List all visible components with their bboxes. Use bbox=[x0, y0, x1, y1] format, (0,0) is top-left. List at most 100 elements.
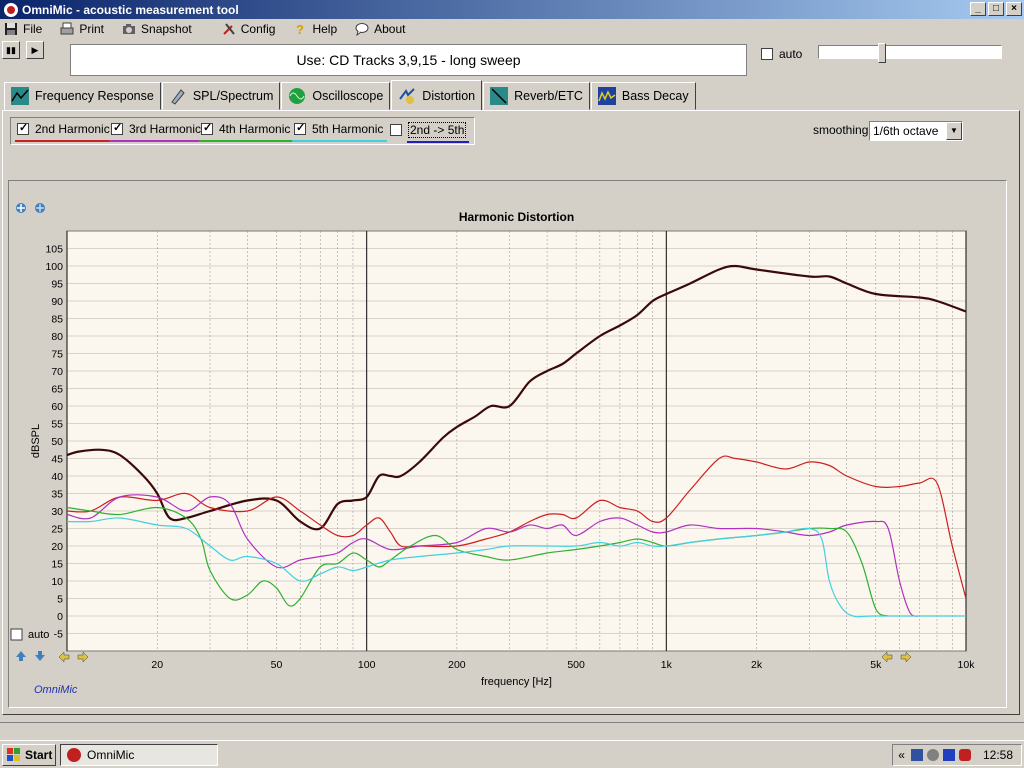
minimize-button[interactable]: _ bbox=[970, 2, 986, 16]
use-instruction-text: Use: CD Tracks 3,9,15 - long sweep bbox=[296, 52, 521, 68]
x-tick-label: 20 bbox=[151, 659, 163, 671]
harmonic-3rd-toggle[interactable]: 3rd Harmonic bbox=[109, 121, 206, 142]
menu-help[interactable]: ? Help bbox=[293, 22, 337, 36]
chart-auto-checkbox[interactable] bbox=[10, 628, 23, 641]
zoom-in-icon[interactable] bbox=[16, 203, 26, 213]
chart-auto-label: auto bbox=[28, 629, 49, 641]
tab-strip: Frequency Response SPL/Spectrum Oscillos… bbox=[4, 80, 697, 110]
tab-bass-decay[interactable]: Bass Decay bbox=[590, 82, 696, 110]
x-tick-label: 10k bbox=[958, 659, 976, 671]
level-slider-track[interactable] bbox=[818, 45, 1002, 59]
bass-decay-icon bbox=[597, 87, 616, 105]
smoothing-select[interactable]: 1/6th octave ▼ bbox=[869, 121, 963, 141]
y-tick-label: 50 bbox=[51, 436, 63, 448]
y-tick-label: 5 bbox=[57, 594, 63, 606]
tab-spl-spectrum[interactable]: SPL/Spectrum bbox=[161, 82, 281, 110]
y-tick-label: 45 bbox=[51, 454, 63, 466]
tab-frequency-response-label: Frequency Response bbox=[35, 89, 154, 103]
harmonic-5th-toggle[interactable]: 5th Harmonic bbox=[292, 121, 388, 142]
close-button[interactable]: × bbox=[1006, 2, 1022, 16]
menu-config[interactable]: Config bbox=[222, 22, 275, 36]
play-button[interactable]: ▶ bbox=[26, 41, 44, 59]
distortion-icon bbox=[399, 87, 416, 104]
floppy-icon bbox=[5, 23, 17, 35]
y-tick-label: 70 bbox=[51, 366, 63, 378]
oscilloscope-icon bbox=[289, 88, 306, 104]
help-icon: ? bbox=[296, 22, 304, 36]
maximize-button[interactable]: □ bbox=[988, 2, 1004, 16]
y-tick-label: 65 bbox=[51, 384, 63, 396]
tab-frequency-response[interactable]: Frequency Response bbox=[4, 82, 161, 110]
clock: 12:58 bbox=[982, 748, 1013, 762]
x-tick-label: 2k bbox=[751, 659, 763, 671]
harmonic-5th-label: 5th Harmonic bbox=[292, 122, 388, 142]
smoothing-label: smoothing bbox=[813, 123, 869, 137]
menu-snapshot[interactable]: Snapshot bbox=[122, 22, 192, 36]
chart-frame: -5 0 5 10 15 20 25 30 35 40 45 50 55 60 65 70 75 80 85 90 95… bbox=[8, 180, 1007, 708]
printer-icon bbox=[60, 22, 74, 35]
y-tick-label: 0 bbox=[57, 611, 63, 623]
y-axis-label: dBSPL bbox=[30, 424, 42, 458]
zoom-out-icon[interactable] bbox=[35, 203, 45, 213]
harmonic-4th-checkbox[interactable] bbox=[201, 121, 213, 135]
tab-reverb-etc[interactable]: Reverb/ETC bbox=[483, 82, 590, 110]
volume-icon[interactable] bbox=[926, 749, 939, 761]
harmonic-2nd-checkbox[interactable] bbox=[17, 121, 29, 135]
menu-print-label: Print bbox=[79, 22, 105, 36]
usb-icon[interactable] bbox=[942, 749, 955, 761]
menu-print[interactable]: Print bbox=[60, 22, 104, 36]
chart-title: Harmonic Distortion bbox=[459, 210, 574, 224]
menu-about[interactable]: About bbox=[355, 22, 405, 36]
omnimic-brand-label: OmniMic bbox=[34, 684, 78, 696]
taskbar-item-omnimic[interactable]: OmniMic bbox=[60, 744, 218, 766]
harmonic-3rd-checkbox[interactable] bbox=[111, 121, 123, 135]
y-tick-label: 25 bbox=[51, 524, 63, 536]
menu-bar: File Print Snapshot Config ? Help About bbox=[0, 19, 1024, 39]
windows-logo-icon bbox=[7, 748, 20, 761]
network-icon[interactable] bbox=[910, 749, 923, 761]
harmonic-2nd-toggle[interactable]: 2nd Harmonic bbox=[15, 121, 114, 142]
y-tick-label: 105 bbox=[45, 244, 63, 256]
menu-file[interactable]: File bbox=[4, 22, 42, 36]
use-instruction-box: Use: CD Tracks 3,9,15 - long sweep bbox=[70, 44, 747, 76]
auto-checkbox[interactable] bbox=[761, 48, 773, 60]
window-title: OmniMic - acoustic measurement tool bbox=[22, 2, 239, 17]
harmonic-4th-swatch bbox=[199, 140, 295, 142]
speech-bubble-icon bbox=[355, 23, 369, 36]
y-tick-label: 55 bbox=[51, 419, 63, 431]
y-tick-label: 100 bbox=[45, 261, 63, 273]
harmonic-4th-toggle[interactable]: 4th Harmonic bbox=[199, 121, 295, 142]
start-button[interactable]: Start bbox=[2, 744, 56, 766]
auto-toggle[interactable]: auto bbox=[761, 47, 802, 61]
tab-oscilloscope[interactable]: Oscilloscope bbox=[281, 82, 391, 110]
harmonic-2nd-label: 2nd Harmonic bbox=[15, 122, 114, 142]
harmonic-5th-checkbox[interactable] bbox=[294, 121, 306, 135]
tray-expand-icon[interactable]: « bbox=[898, 748, 905, 762]
frequency-response-icon bbox=[11, 87, 29, 105]
shield-icon[interactable] bbox=[958, 749, 971, 761]
y-tick-label: 85 bbox=[51, 314, 63, 326]
harmonic-2nd-swatch bbox=[15, 140, 114, 142]
pause-button[interactable]: ▮▮ bbox=[2, 41, 20, 59]
x-tick-label: 5k bbox=[870, 659, 882, 671]
tab-bass-decay-label: Bass Decay bbox=[621, 89, 689, 103]
taskbar-item-label: OmniMic bbox=[87, 748, 135, 762]
harmonic-2nd-to-5th-checkbox[interactable] bbox=[390, 124, 402, 136]
chevron-down-icon[interactable]: ▼ bbox=[946, 122, 962, 140]
harmonic-2nd-to-5th-swatch bbox=[407, 141, 470, 143]
tab-distortion[interactable]: Distortion bbox=[391, 80, 483, 110]
y-tick-label: 90 bbox=[51, 296, 63, 308]
level-slider-thumb[interactable] bbox=[878, 43, 886, 63]
x-tick-label: 50 bbox=[271, 659, 283, 671]
menu-about-label: About bbox=[374, 22, 406, 36]
harmonic-distortion-chart: -5 0 5 10 15 20 25 30 35 40 45 50 55 60 65 70 75 80 85 90 95… bbox=[9, 181, 1006, 707]
harmonic-2nd-to-5th-toggle[interactable]: 2nd -> 5th bbox=[390, 122, 470, 143]
menu-snapshot-label: Snapshot bbox=[141, 22, 192, 36]
y-tick-label: 35 bbox=[51, 489, 63, 501]
title-bar: OmniMic - acoustic measurement tool _ □ … bbox=[0, 0, 1024, 19]
system-tray: « 12:58 bbox=[892, 744, 1022, 766]
harmonic-5th-swatch bbox=[292, 140, 388, 142]
omnimic-app-icon bbox=[4, 2, 18, 17]
y-tick-label: 95 bbox=[51, 279, 63, 291]
tab-distortion-label: Distortion bbox=[422, 88, 476, 103]
